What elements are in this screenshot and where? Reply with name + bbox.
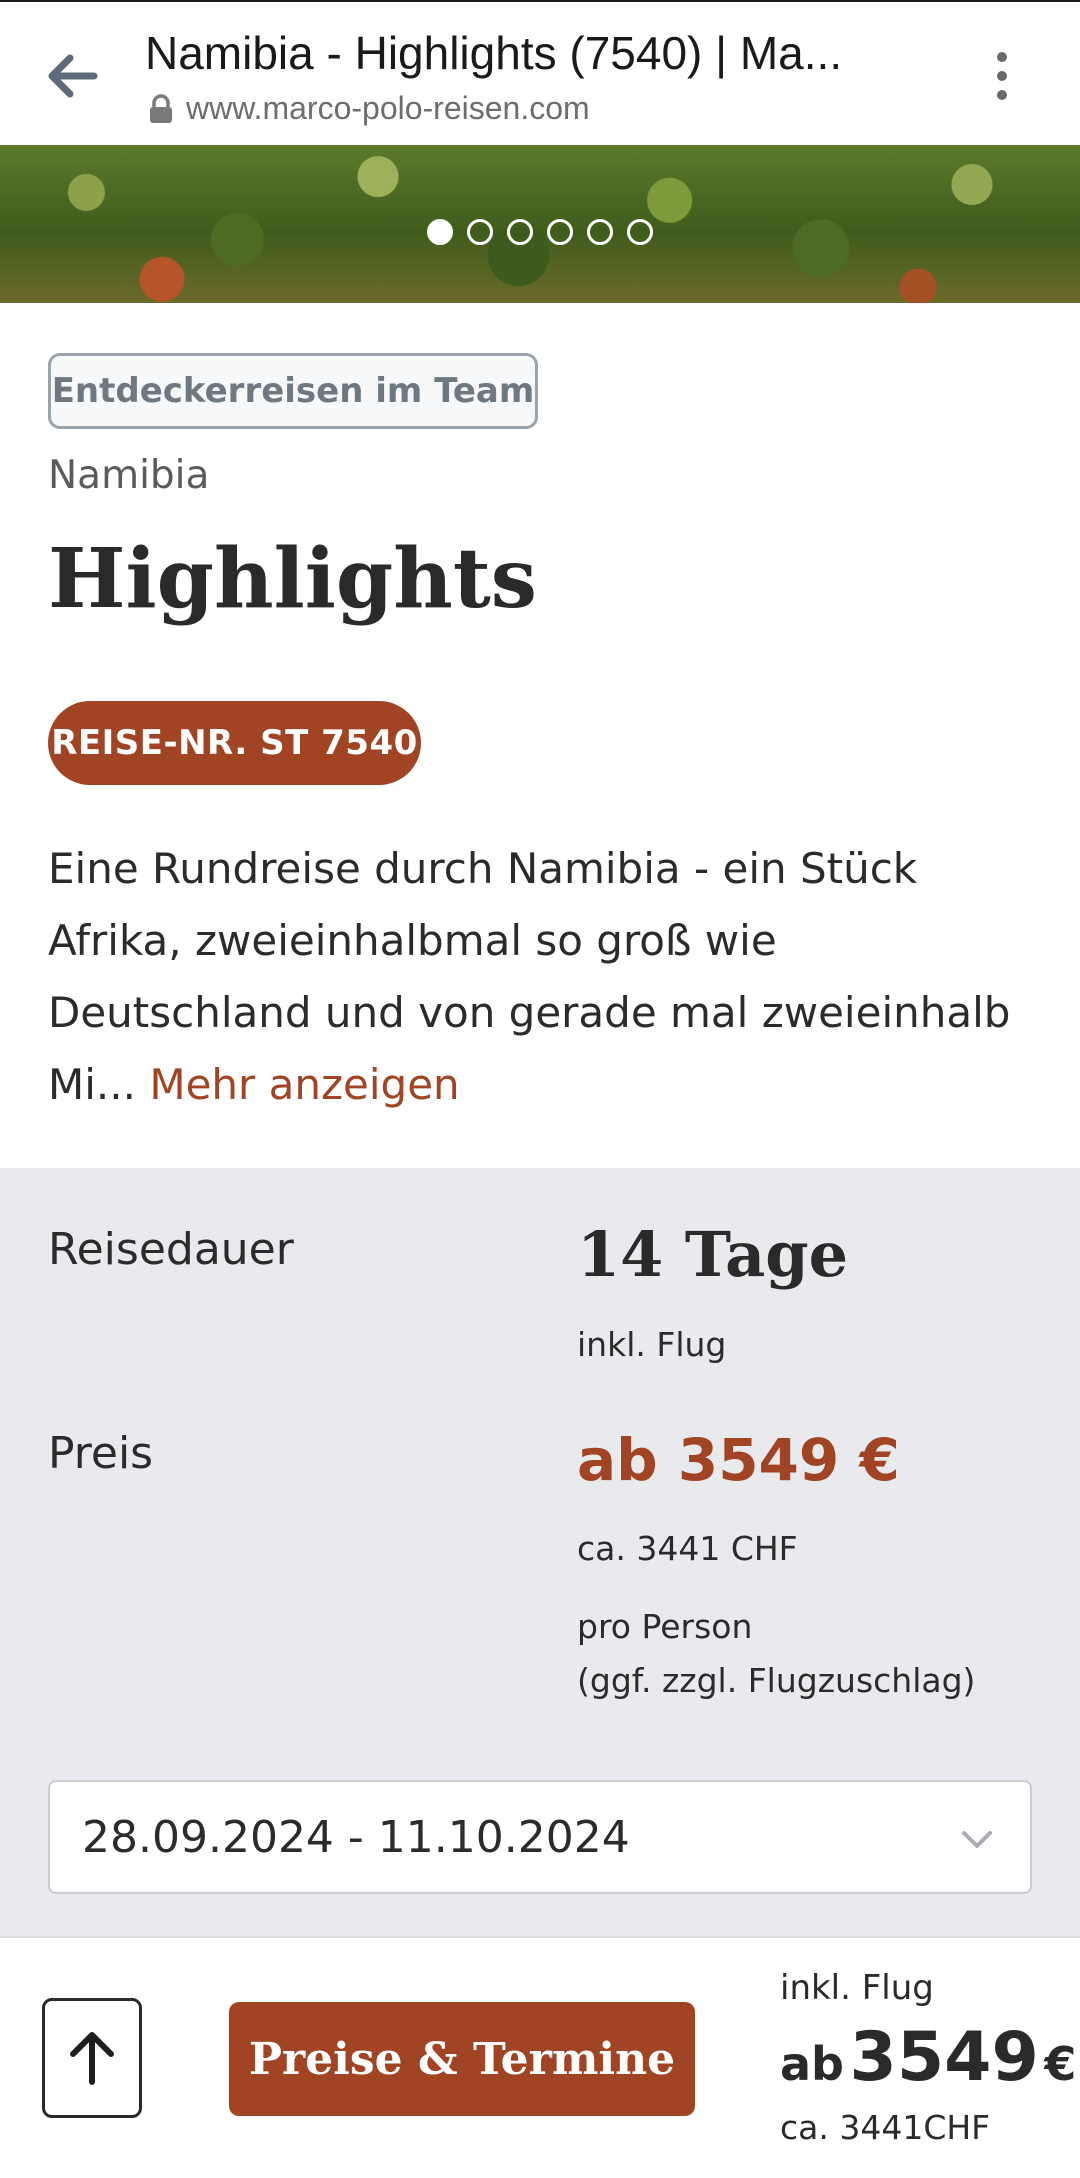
carousel-dot[interactable]	[547, 219, 573, 245]
chevron-down-icon	[962, 1831, 992, 1848]
bottom-price-amount: 3549	[849, 2018, 1039, 2097]
prices-dates-button[interactable]: Preise & Termine	[229, 2002, 695, 2116]
menu-dot	[997, 90, 1007, 100]
duration-value: 14 Tage	[577, 1218, 849, 1291]
duration-label: Reisedauer	[48, 1224, 294, 1275]
scroll-to-top-button[interactable]	[42, 1998, 142, 2118]
browser-toolbar: Namibia - Highlights (7540) | Ma... www.…	[0, 0, 1080, 145]
page-title: Highlights	[48, 531, 537, 627]
price-note: pro Person	[577, 1607, 753, 1646]
sticky-booking-bar: Preise & Termine inkl. Flug ab 3549 € ca…	[0, 1936, 1080, 2178]
back-button[interactable]	[40, 44, 104, 108]
browser-page-title: Namibia - Highlights (7540) | Ma...	[145, 27, 843, 79]
bottom-flight-note: inkl. Flug	[780, 1968, 934, 2008]
trip-country: Namibia	[48, 453, 210, 498]
carousel-dot[interactable]	[507, 219, 533, 245]
menu-dot	[997, 71, 1007, 81]
carousel-pagination	[0, 219, 1080, 245]
trip-number-badge: REISE-NR. ST 7540	[48, 701, 421, 785]
date-select[interactable]: 28.09.2024 - 11.10.2024	[48, 1780, 1032, 1894]
url-bar[interactable]: www.marco-polo-reisen.com	[148, 90, 590, 127]
url-text: www.marco-polo-reisen.com	[186, 90, 590, 126]
trip-description: Eine Rundreise durch Namibia - ein Stück…	[48, 833, 1048, 1121]
more-options-button[interactable]	[980, 46, 1024, 106]
price-label: Preis	[48, 1428, 154, 1479]
trip-info-panel: Reisedauer 14 Tage inkl. Flug Preis ab 3…	[0, 1168, 1080, 1936]
selected-date-range: 28.09.2024 - 11.10.2024	[82, 1811, 630, 1863]
carousel-dot[interactable]	[627, 219, 653, 245]
menu-dot	[997, 52, 1007, 62]
bottom-price-chf: ca. 3441CHF	[780, 2108, 991, 2147]
price-value: ab 3549 €	[577, 1426, 900, 1494]
carousel-dot[interactable]	[587, 219, 613, 245]
price-chf: ca. 3441 CHF	[577, 1529, 798, 1568]
bottom-price-prefix: ab	[780, 2037, 844, 2091]
arrow-up-icon	[70, 2032, 114, 2085]
show-more-link[interactable]: Mehr anzeigen	[149, 1060, 459, 1109]
bottom-price-currency: €	[1044, 2037, 1077, 2091]
arrow-left-icon	[48, 54, 98, 98]
category-tag: Entdeckerreisen im Team	[48, 353, 538, 429]
lock-icon	[150, 93, 172, 123]
carousel-dot[interactable]	[467, 219, 493, 245]
hero-image-carousel[interactable]	[0, 145, 1080, 303]
carousel-dot[interactable]	[427, 219, 453, 245]
bottom-price: ab 3549 €	[780, 2018, 1076, 2097]
duration-note: inkl. Flug	[577, 1325, 727, 1364]
price-surcharge-note: (ggf. zzgl. Flugzuschlag)	[577, 1661, 976, 1700]
